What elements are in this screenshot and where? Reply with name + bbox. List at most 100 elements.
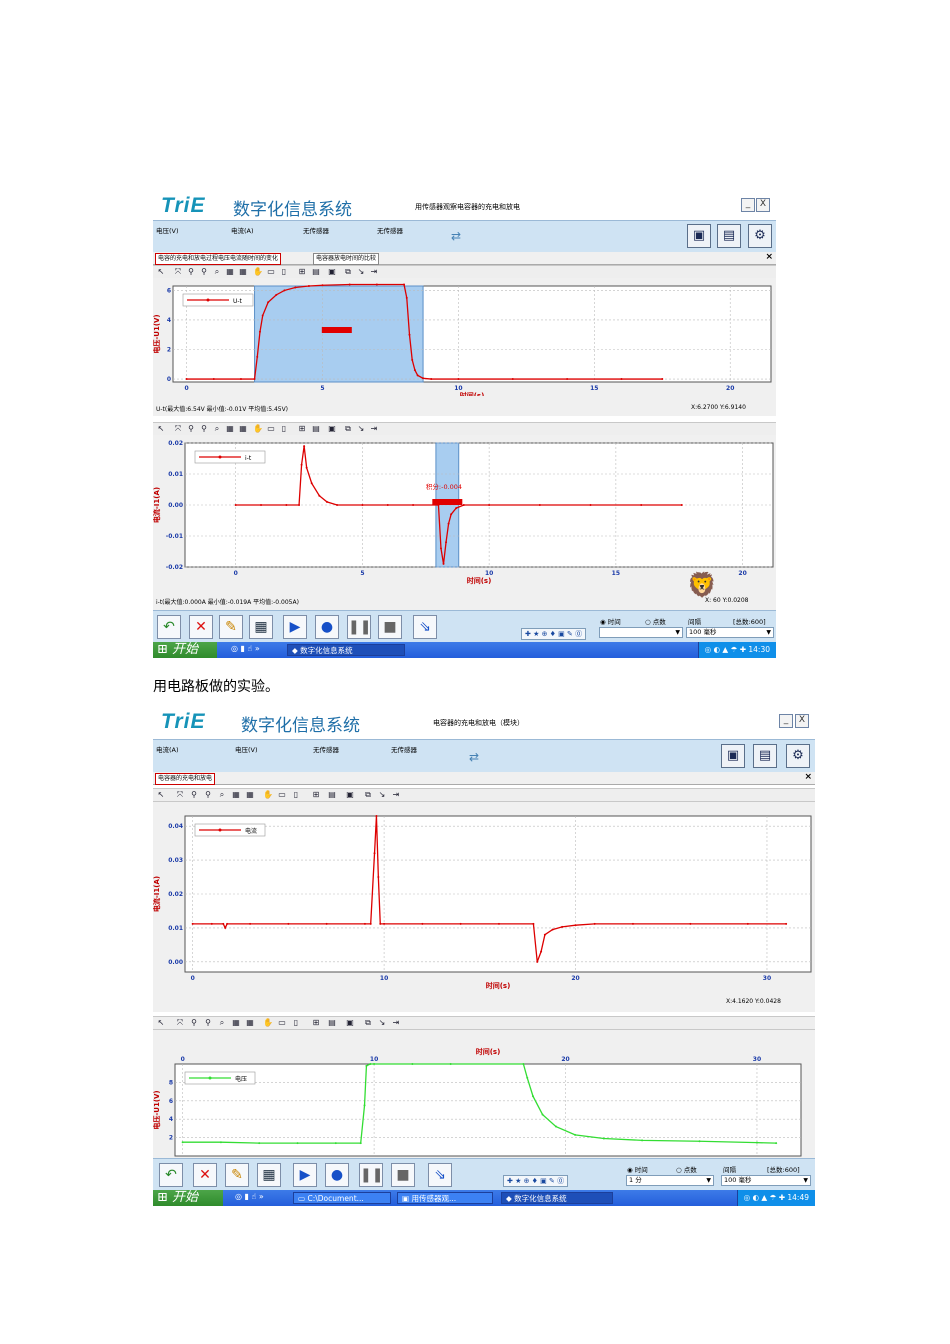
table-icon[interactable]: ▦ — [245, 1018, 255, 1028]
magnify-icon[interactable]: ⌕ — [212, 267, 222, 277]
close-button[interactable]: X — [795, 714, 809, 728]
span-select[interactable]: 1 分 ▼ — [626, 1175, 714, 1186]
hand-icon[interactable]: ✋ — [263, 790, 273, 800]
taskbar-item-word[interactable]: ▣ 用传感器观... — [397, 1192, 493, 1204]
edit-button[interactable]: ✎ — [225, 1163, 249, 1187]
zoom-in-icon[interactable]: ⚲ — [189, 1018, 199, 1028]
sensor-2[interactable]: 电流(A) — [231, 225, 254, 235]
measure-icon[interactable]: ▭ — [277, 790, 287, 800]
zoom-in-icon[interactable]: ⚲ — [186, 267, 196, 277]
fit-icon[interactable]: ↘ — [356, 267, 366, 277]
mode-time-radio[interactable]: ◉ 时间 — [627, 1164, 648, 1174]
exit-icon[interactable]: ⇥ — [369, 267, 379, 277]
taskbar-item-documents[interactable]: ▭ C:\Document... — [293, 1192, 391, 1204]
chart-icon[interactable]: ▦ — [225, 424, 235, 434]
sensor-4[interactable]: 无传感器 — [391, 744, 417, 754]
mode-points-radio[interactable]: ○ 点数 — [676, 1164, 697, 1174]
taskbar-item-app[interactable]: ◆ 数字化信息系统 — [501, 1192, 613, 1204]
measure-icon[interactable]: ▭ — [266, 424, 276, 434]
current-chart[interactable]: 0 10 20 30 0.00 0.01 0.02 0.03 0.04 时间(s) 电流-I1(A)… — [153, 802, 815, 994]
fit-icon[interactable]: ↘ — [377, 1018, 387, 1028]
grid-icon[interactable]: ⊞ — [311, 1018, 321, 1028]
pointer-icon[interactable]: ↖ — [156, 1018, 166, 1028]
pause-button[interactable]: ❚❚ — [359, 1163, 383, 1187]
magnify-icon[interactable]: ⌕ — [217, 1018, 227, 1028]
exit-icon[interactable]: ⇥ — [369, 424, 379, 434]
close-button[interactable]: X — [756, 198, 770, 212]
start-button[interactable]: ⊞ 开始 — [153, 642, 217, 658]
copy-icon[interactable]: ⧉ — [363, 1018, 373, 1028]
zoom-fit-icon[interactable]: ⤧ — [175, 790, 185, 800]
chart-icon[interactable]: ▦ — [231, 1018, 241, 1028]
undo-button[interactable]: ↶ — [159, 1163, 183, 1187]
table-icon[interactable]: ▦ — [245, 790, 255, 800]
quicklaunch-icons[interactable]: ◎ ▮ ☝ » — [231, 644, 260, 653]
quicklaunch-icons[interactable]: ◎ ▮ ☝ » — [235, 1192, 264, 1201]
pointer-icon[interactable]: ↖ — [156, 267, 166, 277]
exit-icon[interactable]: ⇥ — [391, 1018, 401, 1028]
hand-icon[interactable]: ✋ — [253, 267, 263, 277]
table-icon[interactable]: ▦ — [238, 424, 248, 434]
copy-icon[interactable]: ⧉ — [343, 424, 353, 434]
copy-icon[interactable]: ⧉ — [363, 790, 373, 800]
tab-charge-discharge[interactable]: 电容的充电和放电过程电压电流随时间的变化 — [155, 253, 282, 265]
stop-button[interactable]: ■ — [378, 615, 402, 639]
play-button[interactable]: ▶ — [293, 1163, 317, 1187]
exit-icon[interactable]: ⇥ — [391, 790, 401, 800]
table-icon[interactable]: ▦ — [238, 267, 248, 277]
delete-button[interactable]: ✕ — [193, 1163, 217, 1187]
voltage-chart[interactable]: 0 10 20 30 2 4 6 8 时间(s) 电压-U1(V) 电压 — [153, 1030, 815, 1158]
current-chart[interactable]: 0 5 10 15 20 -0.02 -0.01 0.00 0.01 0.02 时间(s) 电流-I1… — [153, 435, 776, 590]
ruler-icon[interactable]: ▯ — [279, 267, 289, 277]
interval-select[interactable]: 100 毫秒 ▼ — [721, 1175, 811, 1186]
zoom-fit-icon[interactable]: ⤧ — [173, 267, 183, 277]
pointer-icon[interactable]: ↖ — [156, 790, 166, 800]
zoom-out-icon[interactable]: ⚲ — [199, 424, 209, 434]
fit-icon[interactable]: ↘ — [356, 424, 366, 434]
export-icon[interactable]: ▤ — [717, 224, 741, 248]
edit-button[interactable]: ✎ — [219, 615, 243, 639]
measure-icon[interactable]: ▭ — [266, 267, 276, 277]
magnify-icon[interactable]: ⌕ — [212, 424, 222, 434]
sensor-1[interactable]: 电流(A) — [156, 744, 179, 754]
zoom-in-icon[interactable]: ⚲ — [189, 790, 199, 800]
sensor-3[interactable]: 无传感器 — [313, 744, 339, 754]
record-button[interactable]: ● — [315, 615, 339, 639]
record-button[interactable]: ● — [325, 1163, 349, 1187]
clear-button[interactable]: ⇘ — [413, 615, 437, 639]
stop-button[interactable]: ■ — [391, 1163, 415, 1187]
zoom-fit-icon[interactable]: ⤧ — [175, 1018, 185, 1028]
measure-icon[interactable]: ▭ — [277, 1018, 287, 1028]
sensor-3[interactable]: 无传感器 — [303, 225, 329, 235]
mode-time-radio[interactable]: ◉ 时间 — [600, 616, 621, 626]
save-icon[interactable]: ▣ — [687, 224, 711, 248]
zoom-out-icon[interactable]: ⚲ — [203, 1018, 213, 1028]
close-tab-icon[interactable]: × — [804, 772, 812, 782]
tab-discharge-compare[interactable]: 电容器放电时间的比较 — [313, 253, 380, 265]
ruler-icon[interactable]: ▯ — [291, 1018, 301, 1028]
sensor-1[interactable]: 电压(V) — [156, 225, 179, 235]
close-tab-icon[interactable]: × — [765, 252, 773, 262]
voltage-chart[interactable]: 0 5 10 15 20 0 2 4 6 时间(s) 电压-U1(V) U-t — [153, 278, 776, 396]
mini-toolbar[interactable]: ✚ ★ ⊕ ♦ ▣ ✎ ⓪ — [503, 1175, 569, 1187]
copy-icon[interactable]: ⧉ — [343, 267, 353, 277]
zoom-fit-icon[interactable]: ⤧ — [173, 424, 183, 434]
tab-charge-discharge[interactable]: 电容器的充电和放电 — [155, 773, 216, 785]
clear-button[interactable]: ⇘ — [428, 1163, 452, 1187]
undo-button[interactable]: ↶ — [157, 615, 181, 639]
mode-points-radio[interactable]: ○ 点数 — [645, 616, 666, 626]
disk-icon[interactable]: ▣ — [327, 424, 337, 434]
sensor-4[interactable]: 无传感器 — [377, 225, 403, 235]
settings-icon[interactable]: ⚙ — [786, 744, 810, 768]
data-icon[interactable]: ▤ — [327, 1018, 337, 1028]
hand-icon[interactable]: ✋ — [253, 424, 263, 434]
data-icon[interactable]: ▤ — [311, 267, 321, 277]
zoom-out-icon[interactable]: ⚲ — [199, 267, 209, 277]
span-select[interactable]: ▼ — [599, 627, 683, 638]
play-button[interactable]: ▶ — [283, 615, 307, 639]
grid-icon[interactable]: ⊞ — [311, 790, 321, 800]
chart-icon[interactable]: ▦ — [231, 790, 241, 800]
hand-icon[interactable]: ✋ — [263, 1018, 273, 1028]
zoom-out-icon[interactable]: ⚲ — [203, 790, 213, 800]
save-icon[interactable]: ▣ — [721, 744, 745, 768]
